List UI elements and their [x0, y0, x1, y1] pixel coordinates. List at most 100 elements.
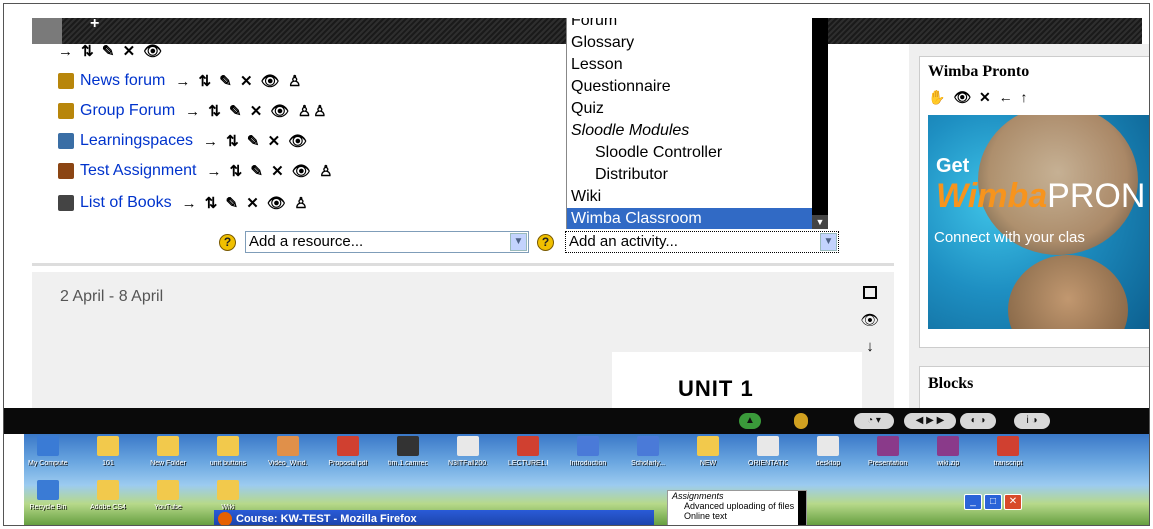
arrow-down-icon[interactable]: ↓ — [860, 334, 880, 360]
taskbar-firefox-button[interactable]: Course: KW-TEST - Mozilla Firefox — [214, 510, 654, 525]
desktop-shortcut[interactable]: My Computer — [28, 436, 68, 467]
dropdown-scrollbar[interactable] — [798, 491, 806, 525]
file-icon — [217, 480, 239, 500]
dropdown-scrollbar[interactable]: ▼ — [812, 18, 828, 229]
add-activity-select[interactable]: Add an activity... ▼ — [565, 231, 839, 253]
edit-tools[interactable]: → ⇅ ✎ ✕ 👁 ♙ — [175, 72, 303, 90]
dropdown-option[interactable]: Glossary — [567, 32, 813, 54]
desktop-shortcut[interactable]: Adobe CS4 — [88, 480, 128, 511]
edit-tools[interactable]: → ⇅ ✎ ✕ 👁 — [58, 42, 164, 60]
desktop-shortcut[interactable]: 101 — [88, 436, 128, 467]
activity-link[interactable]: Group Forum — [80, 102, 175, 120]
marker-icon[interactable] — [794, 413, 808, 429]
desktop-shortcut[interactable]: Video_Wind... — [268, 436, 308, 467]
desktop-shortcut[interactable]: ORIENTATION — [748, 436, 788, 467]
close-icon[interactable]: ✕ — [1004, 494, 1022, 510]
chevron-down-icon[interactable]: ▼ — [820, 233, 837, 251]
add-activity-value: Add an activity... — [569, 233, 678, 250]
edit-tools[interactable]: → ⇅ ✎ ✕ 👁 — [203, 132, 309, 150]
edit-tools[interactable]: → ⇅ ✎ ✕ 👁 ♙ — [182, 194, 310, 212]
blocks-block: Blocks — [919, 366, 1149, 409]
dropdown-option[interactable]: Distributor — [567, 164, 813, 186]
volume-icon[interactable]: ◐ ◑ — [960, 413, 996, 429]
block-title: Wimba Pronto — [928, 63, 1030, 80]
assignments-option[interactable]: Advanced uploading of files — [672, 501, 806, 511]
edit-tools[interactable]: → ⇅ ✎ ✕ 👁 ♙ — [207, 162, 335, 180]
desktop-shortcut[interactable]: Scholarly... — [628, 436, 668, 467]
edit-tools[interactable]: → ⇅ ✎ ✕ 👁 ♙♙ — [185, 102, 328, 120]
shortcut-label: Adobe CS4 — [90, 504, 126, 511]
desktop-shortcut[interactable]: Presentations — [868, 436, 908, 467]
assignments-dropdown[interactable]: Assignments Advanced uploading of files … — [667, 490, 807, 525]
desktop-shortcut[interactable]: Proposal.pdf — [328, 436, 368, 467]
dropdown-option[interactable]: Quiz — [567, 98, 813, 120]
wimba-banner[interactable]: Get WimbaPRON Connect with your clas — [928, 115, 1149, 329]
activity-link[interactable]: News forum — [80, 72, 165, 90]
plus-icon[interactable]: + — [90, 15, 99, 33]
timer-icon[interactable]: ◔ ▾ — [854, 413, 894, 429]
shortcut-label: wiki.zip — [936, 460, 960, 467]
desktop-shortcut[interactable]: unit buttons — [208, 436, 248, 467]
dropdown-option[interactable]: Forum — [567, 18, 813, 32]
desktop-shortcut[interactable]: New Folder — [148, 436, 188, 467]
assignment-icon — [58, 163, 74, 179]
file-icon — [277, 436, 299, 456]
file-icon — [637, 436, 659, 456]
file-icon — [697, 436, 719, 456]
activity-link[interactable]: List of Books — [80, 194, 172, 212]
banner-get: Get — [936, 155, 970, 177]
desktop-shortcut[interactable]: tim.1.camrec — [388, 436, 428, 467]
books-icon — [58, 195, 74, 211]
activity-group-forum[interactable]: Group Forum → ⇅ ✎ ✕ 👁 ♙♙ — [58, 102, 329, 120]
add-resource-value: Add a resource... — [249, 233, 364, 250]
block-title: Blocks — [928, 375, 974, 392]
banner-photo — [1008, 255, 1128, 329]
dropdown-option[interactable]: Sloodle Controller — [567, 142, 813, 164]
desktop-shortcut[interactable]: YouTube — [148, 480, 188, 511]
dropdown-option[interactable]: Questionnaire — [567, 76, 813, 98]
dropdown-option[interactable]: Lesson — [567, 54, 813, 76]
chevron-down-icon[interactable]: ▼ — [510, 233, 527, 251]
record-icon[interactable]: ▲ — [739, 413, 761, 429]
desktop-shortcut[interactable]: Introduction — [568, 436, 608, 467]
desktop-shortcut[interactable]: transcript — [988, 436, 1028, 467]
file-icon — [37, 436, 59, 456]
block-tools[interactable]: ✋ 👁 ✕ ← ↑ — [928, 89, 1030, 106]
add-resource-select[interactable]: Add a resource... ▼ — [245, 231, 529, 253]
help-icon[interactable]: ? — [537, 234, 554, 251]
activity-dropdown-list[interactable]: Forum Glossary Lesson Questionnaire Quiz Sloo… — [566, 18, 828, 229]
desktop-shortcut[interactable]: Wiki — [208, 480, 248, 511]
shortcut-label: Proposal.pdf — [328, 460, 368, 467]
desktop-shortcut[interactable]: desktop — [808, 436, 848, 467]
desktop-shortcut[interactable]: LECTURE1.PPT — [508, 436, 548, 467]
scroll-down-icon[interactable]: ▼ — [812, 215, 828, 229]
desktop-shortcut[interactable]: N3ITFall200... — [448, 436, 488, 467]
info-icon[interactable]: i ◑ — [1014, 413, 1050, 429]
unit-label-box: UNIT 1 — [612, 352, 862, 412]
shortcut-label: unit buttons — [209, 460, 247, 467]
document-icon — [58, 133, 74, 149]
eye-icon[interactable]: 👁 — [860, 308, 880, 334]
desktop-shortcut[interactable]: Recycle Bin — [28, 480, 68, 511]
dropdown-option[interactable]: Wiki — [567, 186, 813, 208]
highlight-icon[interactable] — [863, 286, 877, 299]
dropdown-option[interactable]: Wimba Classroom — [567, 208, 813, 229]
activity-link[interactable]: Learningspaces — [80, 132, 193, 150]
minimize-icon[interactable]: _ — [964, 494, 982, 510]
activity-list-of-books[interactable]: List of Books → ⇅ ✎ ✕ 👁 ♙ — [58, 194, 310, 212]
file-icon — [157, 480, 179, 500]
assignments-option[interactable]: Online text — [672, 511, 806, 521]
shortcut-label: Scholarly... — [630, 460, 666, 467]
activity-news-forum[interactable]: News forum → ⇅ ✎ ✕ 👁 ♙ — [58, 72, 303, 90]
maximize-icon[interactable]: □ — [984, 494, 1002, 510]
activity-test-assignment[interactable]: Test Assignment → ⇅ ✎ ✕ 👁 ♙ — [58, 162, 335, 180]
activity-link[interactable]: Test Assignment — [80, 162, 197, 180]
desktop-shortcut[interactable]: wiki.zip — [928, 436, 968, 467]
desktop-shortcut[interactable]: NEW — [688, 436, 728, 467]
help-icon[interactable]: ? — [219, 234, 236, 251]
activity-learningspaces[interactable]: Learningspaces → ⇅ ✎ ✕ 👁 — [58, 132, 309, 150]
file-icon — [997, 436, 1019, 456]
playback-controls[interactable]: ◀ ▶ ▶ — [904, 413, 956, 429]
forum-icon — [58, 103, 74, 119]
file-icon — [937, 436, 959, 456]
